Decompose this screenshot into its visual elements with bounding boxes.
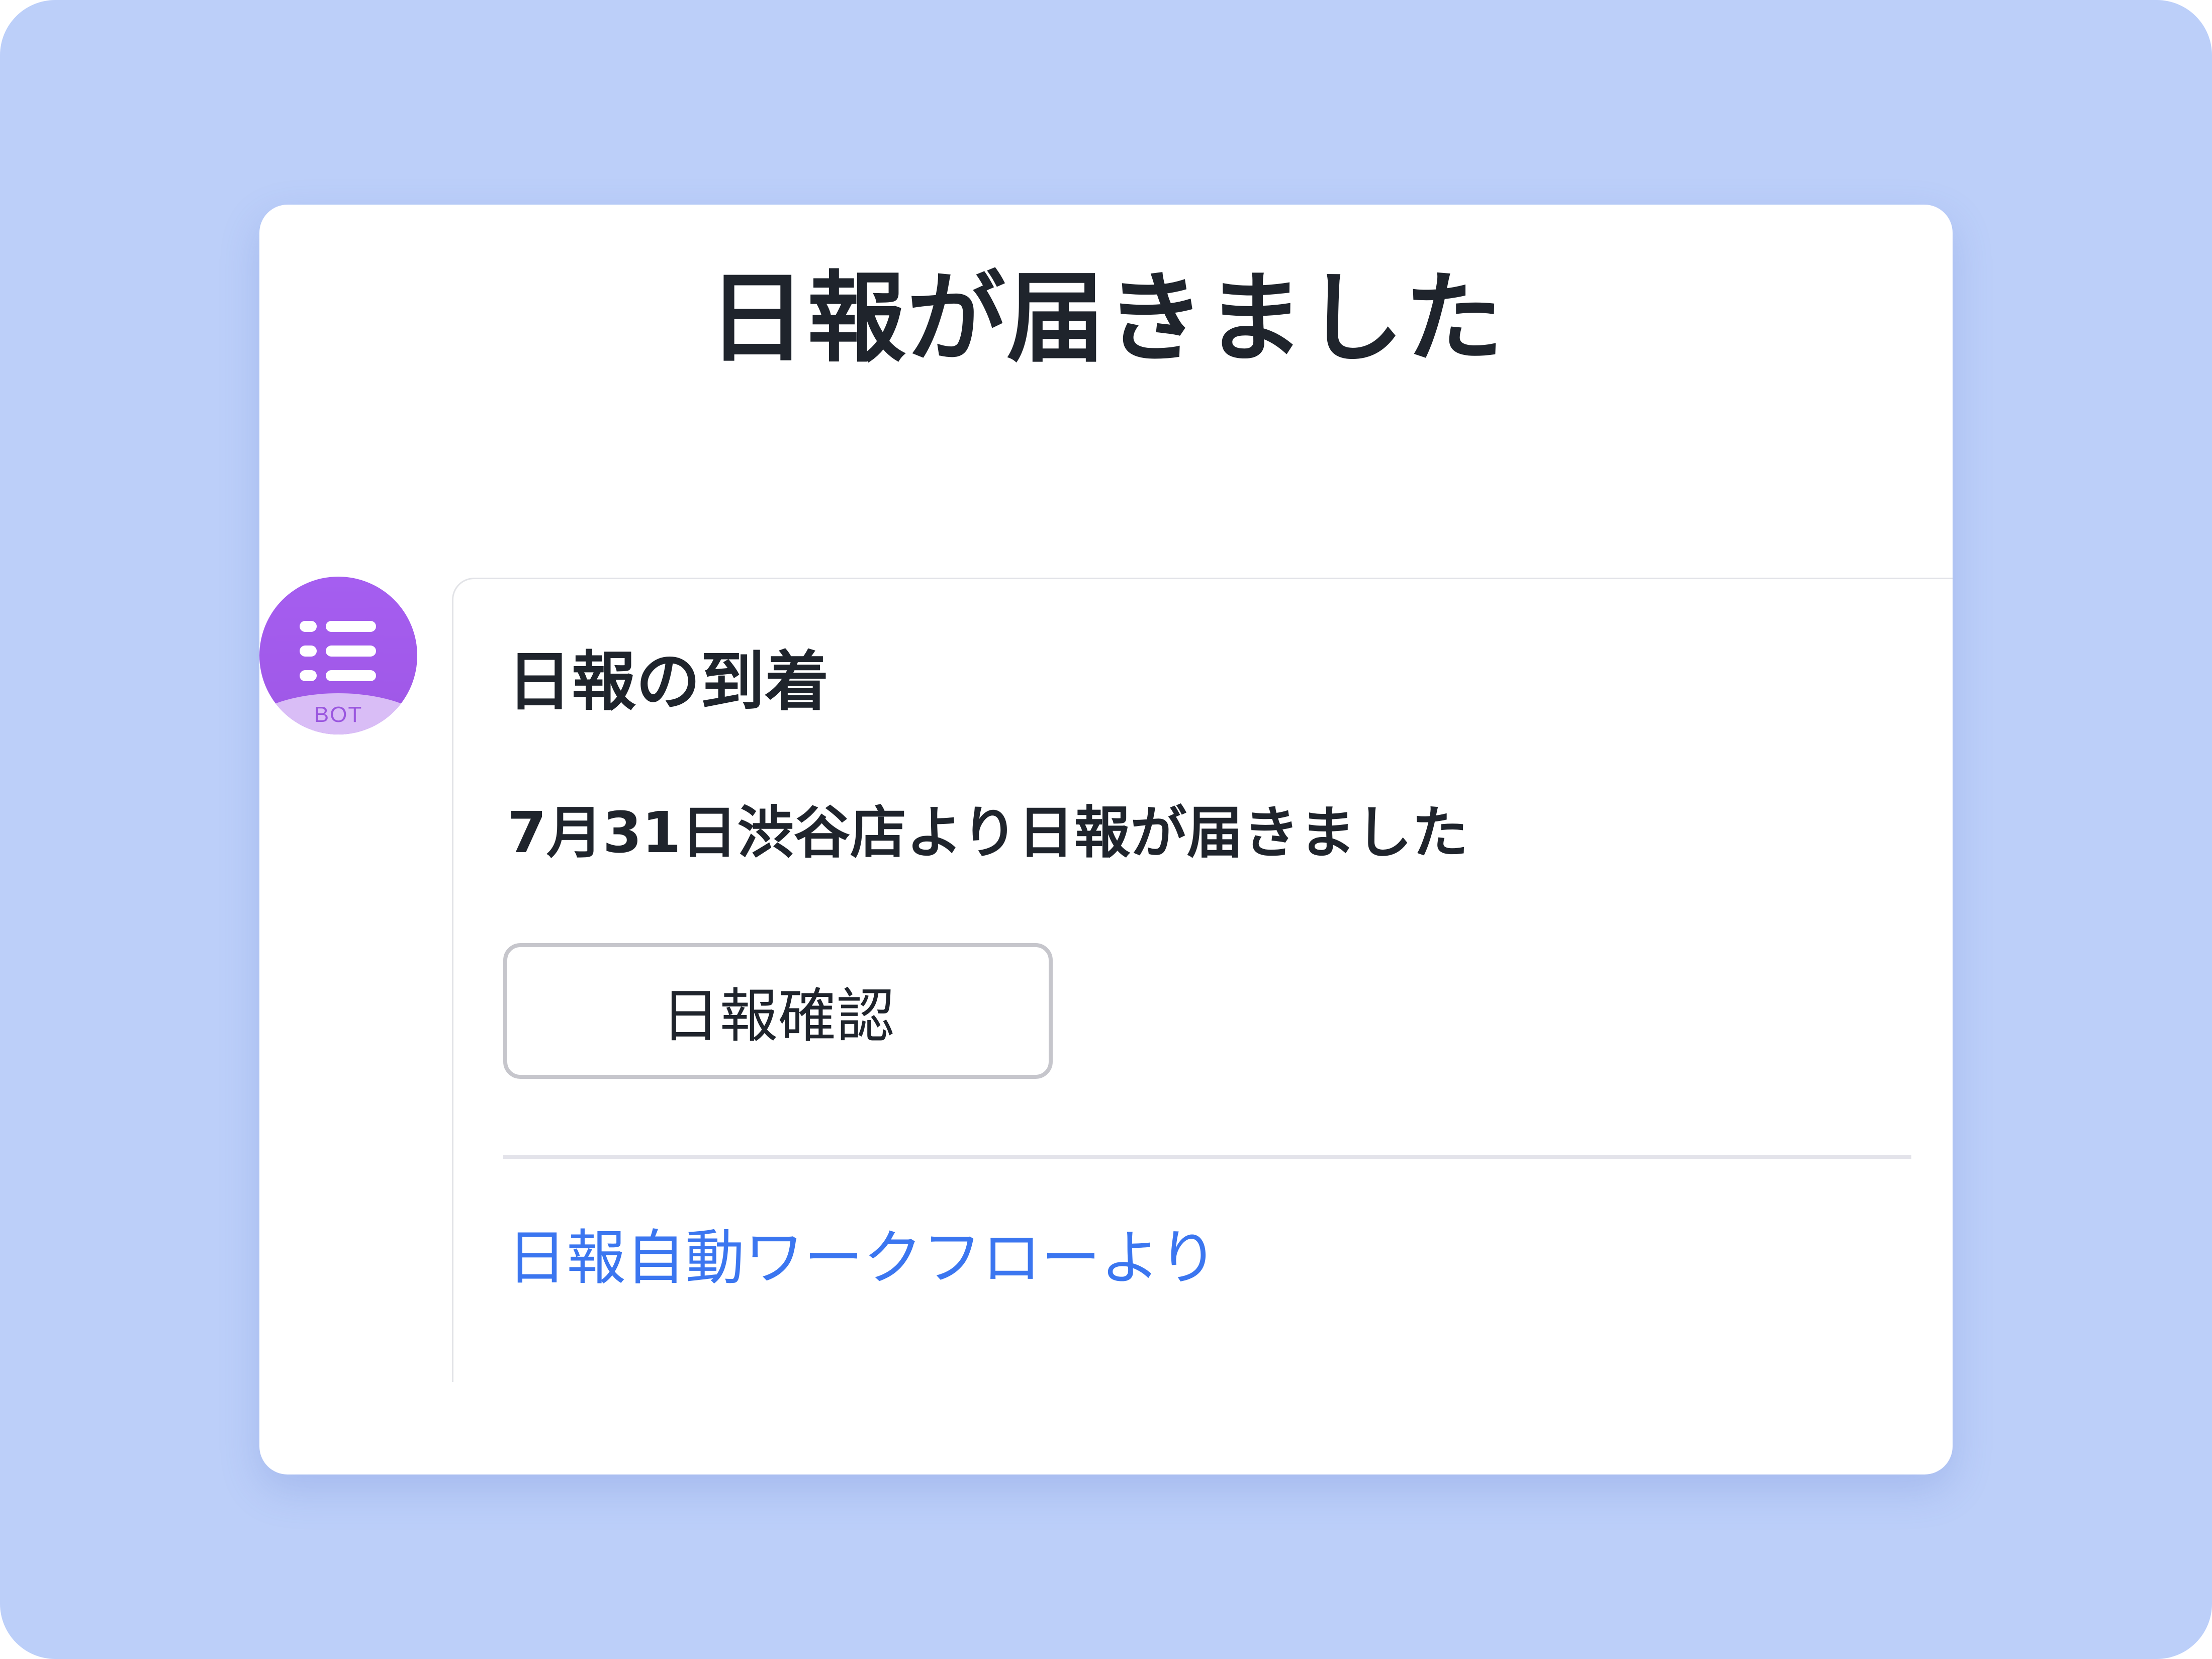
page-title: 日報が届きました [707,261,1504,376]
report-confirm-button[interactable]: 日報確認 [503,943,1053,1079]
notification-window: 日報が届きました BOT 日報の到着 7月31日渋谷店より日報が届きました 日報… [259,205,1953,1474]
background-frame: 日報が届きました BOT 日報の到着 7月31日渋谷店より日報が届きました 日報… [0,0,2212,1659]
card-title: 日報の到着 [507,644,829,719]
card-message: 7月31日渋谷店より日報が届きました [507,800,1468,866]
message-card: 日報の到着 7月31日渋谷店より日報が届きました 日報確認 日報自動ワークフロー… [452,578,1953,1382]
list-icon [300,621,376,681]
workflow-source-link[interactable]: 日報自動ワークフローより [507,1223,1218,1294]
bot-avatar[interactable]: BOT [259,577,417,734]
card-divider [503,1155,1911,1159]
bot-badge-label: BOT [314,702,363,727]
